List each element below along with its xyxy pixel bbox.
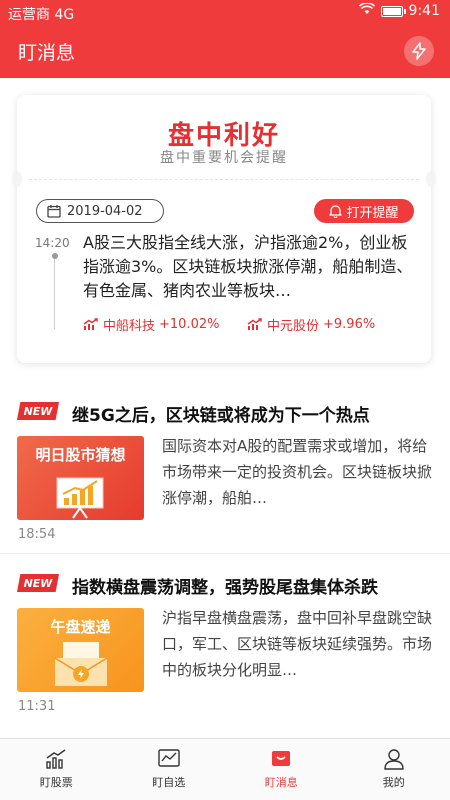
card-notch-right [426, 171, 436, 187]
open-reminder-button[interactable]: 打开提醒 [314, 199, 414, 223]
news-summary: 国际资本对A股的配置需求或增加，将给市场带来一定的投资机会。区块链板块掀涨停潮，… [162, 437, 433, 507]
feature-card[interactable]: 盘中利好 盘中重要机会提醒 2019-04-02 打开提醒 14:20 A股三大… [12, 95, 436, 363]
tab-label: 盯消息 [264, 776, 298, 789]
tab-watchlist[interactable]: 盯自选 [113, 739, 226, 800]
lightning-icon [412, 42, 426, 60]
timeline-time: 14:20 [35, 236, 70, 250]
stock-change: +10.02% [159, 317, 220, 332]
carrier-label: 运营商 4G [8, 7, 75, 23]
profile-icon [381, 747, 407, 771]
envelope-icon [54, 642, 108, 686]
tab-profile[interactable]: 我的 [338, 739, 450, 800]
status-right: 9:41 [358, 2, 440, 19]
trend-up-icon [83, 318, 98, 330]
news-item[interactable]: NEW 指数横盘震荡调整，强势股尾盘集体杀跌 午盘速递 沪指早盘横盘震荡，盘中回… [0, 553, 450, 725]
news-time: 18:54 [18, 527, 56, 542]
feature-body: A股三大股指全线大涨，沪指涨逾2%，创业板指涨逾3%。区块链板块掀涨停潮，船舶制… [83, 233, 413, 300]
news-title: 指数横盘震荡调整，强势股尾盘集体杀跌 [72, 578, 378, 598]
calendar-icon [47, 205, 61, 218]
flash-button[interactable] [404, 36, 434, 66]
news-title: 继5G之后，区块链或将成为下一个热点 [72, 406, 370, 426]
watchlist-icon [156, 747, 182, 771]
news-summary: 沪指早盘横盘震荡，盘中回补早盘跳空缺口，军工、区块链等板块延续强势。市场中的板块… [162, 609, 433, 679]
battery-icon [380, 5, 406, 17]
tab-label: 我的 [382, 776, 405, 789]
news-time: 11:31 [18, 699, 56, 714]
app-header: 运营商 4G 9:41 盯消息 [0, 0, 450, 78]
news-thumbnail: 明日股市猜想 [17, 436, 144, 520]
date-label: 2019-04-02 [67, 203, 143, 219]
message-icon [268, 747, 294, 771]
stock-change: +9.96% [323, 317, 376, 332]
new-badge: NEW [17, 402, 59, 420]
tab-stocks[interactable]: 盯股票 [0, 739, 113, 800]
stock-name: 中元股份 [267, 319, 320, 334]
clock: 9:41 [408, 3, 440, 19]
divider [0, 553, 450, 554]
timeline-line [54, 259, 55, 329]
bell-icon [329, 205, 343, 218]
wifi-icon [358, 2, 375, 19]
date-selector[interactable]: 2019-04-02 [36, 199, 164, 223]
tab-messages[interactable]: 盯消息 [225, 739, 338, 800]
growth-chart-icon [56, 477, 104, 519]
bottom-tab-bar: 盯股票 盯自选 盯消息 我的 [0, 738, 450, 800]
tab-label: 盯自选 [152, 776, 186, 789]
page-title: 盯消息 [18, 42, 76, 64]
news-item[interactable]: NEW 继5G之后，区块链或将成为下一个热点 明日股市猜想 国际资本对A股的配置… [0, 381, 450, 553]
status-bar: 运营商 4G 9:41 [0, 0, 450, 26]
stock-chart-icon [43, 747, 69, 771]
feature-subtitle: 盘中重要机会提醒 [160, 150, 288, 166]
stock-tag-2[interactable]: 中元股份 +9.96% [247, 315, 375, 334]
news-thumbnail: 午盘速递 [17, 608, 144, 692]
tab-label: 盯股票 [39, 776, 73, 789]
open-reminder-label: 打开提醒 [346, 205, 399, 221]
timeline-dot [52, 253, 58, 259]
stock-name: 中船科技 [103, 319, 156, 334]
card-notch-left [12, 171, 22, 187]
trend-up-icon [247, 318, 262, 330]
new-badge: NEW [17, 574, 59, 592]
stock-tag-1[interactable]: 中船科技 +10.02% [83, 315, 219, 334]
card-divider [29, 179, 419, 180]
message-feed[interactable]: 盘中利好 盘中重要机会提醒 2019-04-02 打开提醒 14:20 A股三大… [0, 78, 450, 738]
